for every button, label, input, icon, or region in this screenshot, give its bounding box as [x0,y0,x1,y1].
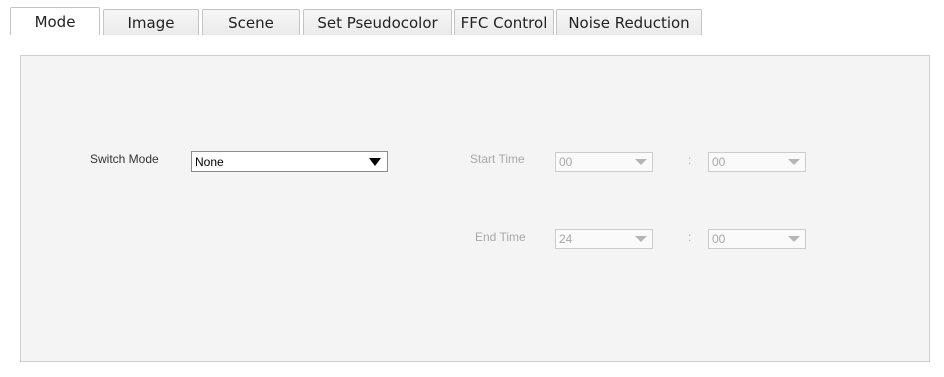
tab-noise-reduction[interactable]: Noise Reduction [556,9,702,35]
start-minute-value: 00 [712,155,726,169]
chevron-down-icon [635,159,647,165]
switch-mode-value: None [195,154,224,169]
chevron-down-icon [369,157,381,166]
end-minute-select[interactable]: 00 [708,229,806,249]
tab-ffc-control[interactable]: FFC Control [454,9,554,35]
tab-scene[interactable]: Scene [202,9,300,35]
start-time-label: Start Time [470,152,525,166]
tab-bar: Mode Image Scene Set Pseudocolor FFC Con… [10,7,705,35]
tab-image[interactable]: Image [103,9,199,35]
chevron-down-icon [788,159,800,165]
end-time-label: End Time [475,230,526,244]
switch-mode-label: Switch Mode [90,152,159,166]
start-hour-select[interactable]: 00 [555,152,653,172]
switch-mode-select[interactable]: None [191,151,388,172]
tab-set-pseudocolor[interactable]: Set Pseudocolor [303,9,452,35]
chevron-down-icon [635,236,647,242]
time-separator: : [688,153,692,167]
start-hour-value: 00 [559,155,573,169]
end-hour-select[interactable]: 24 [555,229,653,249]
tab-mode[interactable]: Mode [10,7,100,35]
chevron-down-icon [788,236,800,242]
mode-settings-panel: Switch Mode None Start Time 00 : 00 End … [20,55,930,362]
start-minute-select[interactable]: 00 [708,152,806,172]
end-minute-value: 00 [712,232,726,246]
time-separator: : [688,230,692,244]
end-hour-value: 24 [559,232,573,246]
